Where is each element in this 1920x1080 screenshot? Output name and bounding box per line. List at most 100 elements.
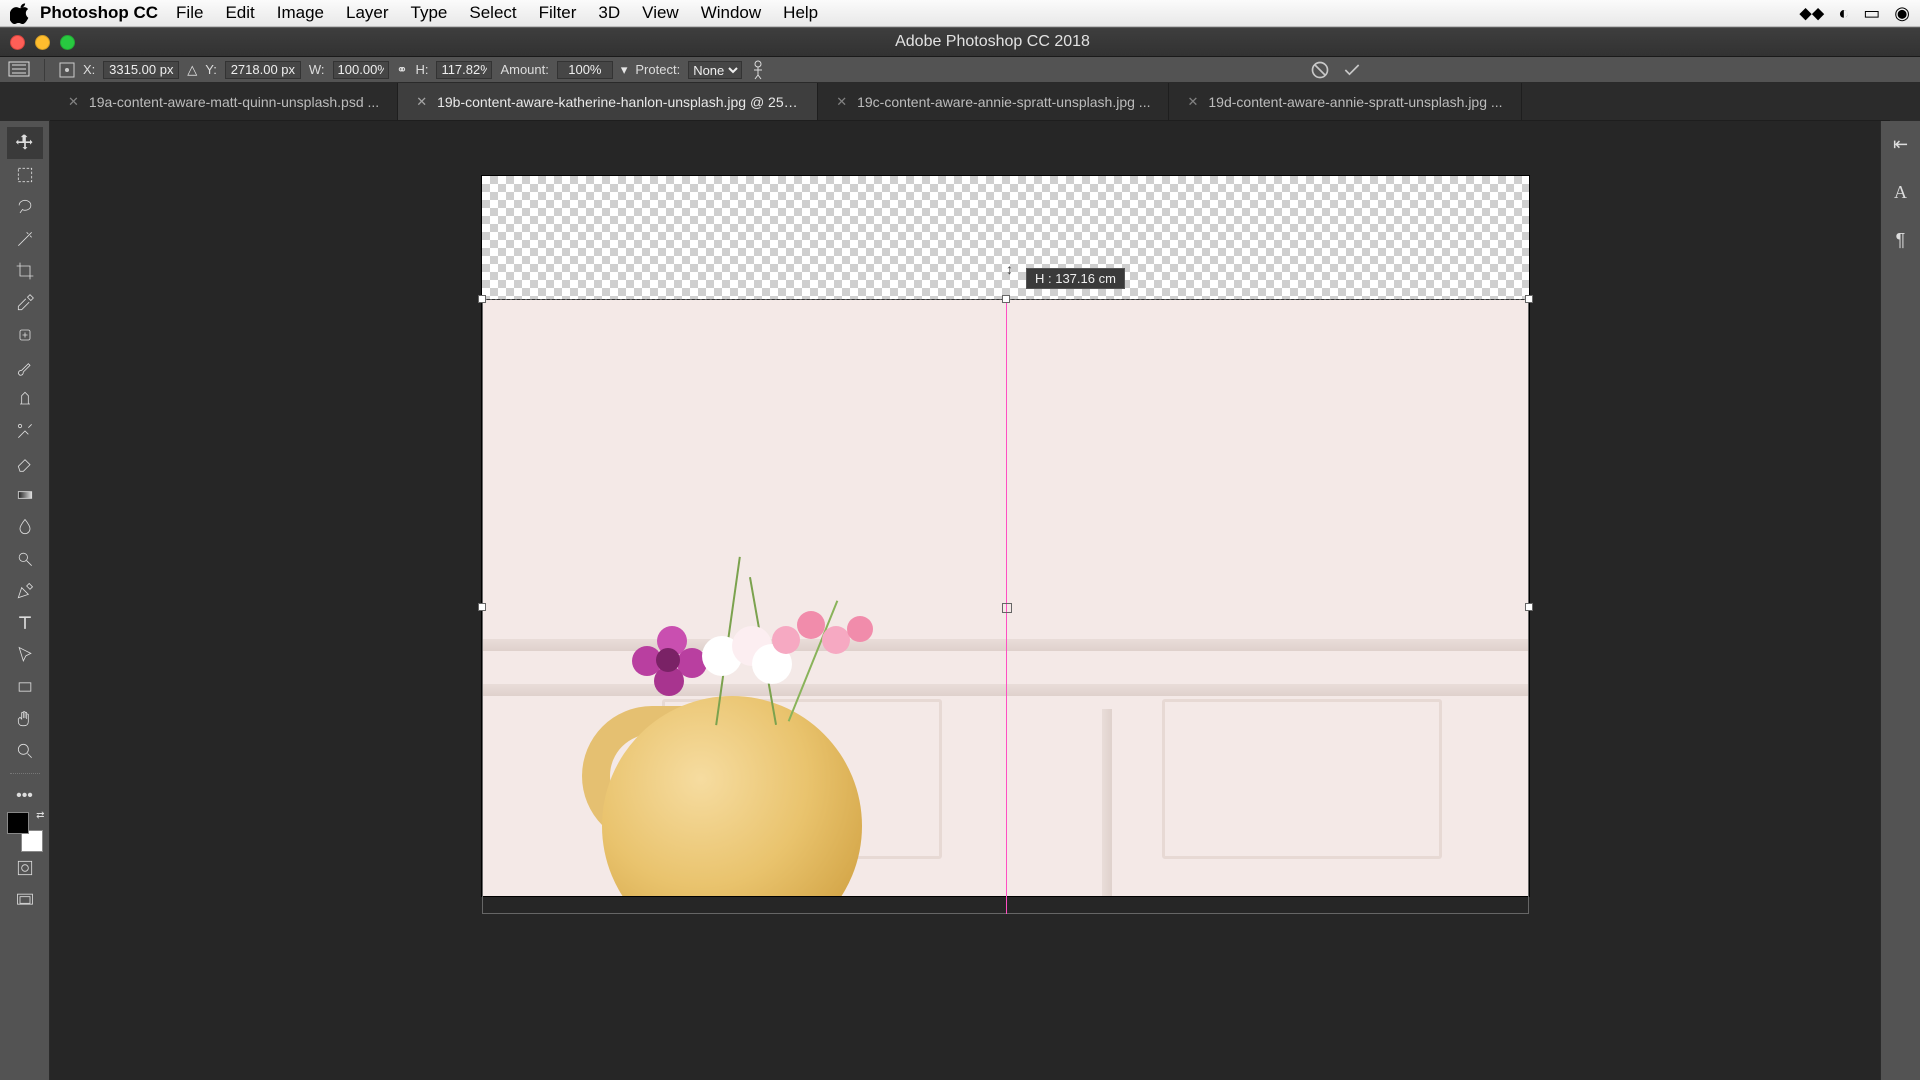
- path-select-tool[interactable]: [7, 639, 43, 671]
- delta-icon[interactable]: △: [187, 62, 197, 78]
- close-tab-icon[interactable]: ✕: [836, 94, 847, 110]
- app-name[interactable]: Photoshop CC: [40, 3, 158, 23]
- y-input[interactable]: [225, 61, 301, 79]
- cancel-transform-button[interactable]: [1308, 58, 1332, 82]
- protect-skin-icon[interactable]: [750, 60, 766, 80]
- close-tab-icon[interactable]: ✕: [416, 94, 427, 110]
- canvas-area[interactable]: ↕ H : 137.16 cm: [50, 121, 1880, 1080]
- creative-cloud-icon[interactable]: ◐: [1838, 3, 1849, 24]
- document-tab[interactable]: ✕ 19b-content-aware-katherine-hanlon-uns…: [398, 83, 818, 120]
- reference-point-icon[interactable]: [59, 62, 75, 78]
- blur-tool[interactable]: [7, 511, 43, 543]
- transform-handle-w[interactable]: [478, 603, 486, 611]
- options-bar: X: △ Y: W: ⚭ H: Amount: ▾ Protect: None: [0, 57, 1920, 83]
- edit-toolbar-button[interactable]: •••: [7, 780, 43, 812]
- siri-icon[interactable]: ◉: [1894, 3, 1910, 24]
- marquee-tool[interactable]: [7, 159, 43, 191]
- brush-tool[interactable]: [7, 351, 43, 383]
- mac-menubar: Photoshop CC File Edit Image Layer Type …: [0, 0, 1920, 27]
- w-input[interactable]: [333, 61, 389, 79]
- menu-3d[interactable]: 3D: [598, 3, 620, 23]
- dropbox-icon[interactable]: ⬥⬥: [1799, 3, 1824, 24]
- pen-tool[interactable]: [7, 575, 43, 607]
- zoom-tool[interactable]: [7, 735, 43, 767]
- menu-window[interactable]: Window: [701, 3, 761, 23]
- swap-colors-icon[interactable]: ⇄: [36, 810, 44, 821]
- display-icon[interactable]: ▭: [1863, 3, 1880, 24]
- healing-brush-tool[interactable]: [7, 319, 43, 351]
- window-zoom-button[interactable]: [60, 35, 75, 50]
- amount-label: Amount:: [500, 62, 548, 77]
- close-tab-icon[interactable]: ✕: [68, 94, 79, 110]
- paragraph-panel-icon[interactable]: ¶: [1886, 225, 1916, 255]
- color-swatches[interactable]: ⇄: [7, 812, 43, 852]
- hand-tool[interactable]: [7, 703, 43, 735]
- amount-dropdown-icon[interactable]: ▾: [621, 62, 628, 78]
- lasso-tool[interactable]: [7, 191, 43, 223]
- document-tabs: ✕ 19a-content-aware-matt-quinn-unsplash.…: [50, 83, 1890, 121]
- close-tab-icon[interactable]: ✕: [1187, 94, 1198, 110]
- history-brush-tool[interactable]: [7, 415, 43, 447]
- menu-select[interactable]: Select: [469, 3, 516, 23]
- transform-handle-n[interactable]: [1002, 295, 1010, 303]
- x-label: X:: [83, 62, 95, 77]
- transform-bounding-box[interactable]: [482, 299, 1529, 914]
- tab-label: 19b-content-aware-katherine-hanlon-unspl…: [437, 94, 799, 110]
- transparent-region: [482, 176, 1529, 299]
- window-traffic-lights: [10, 35, 75, 50]
- tab-label: 19c-content-aware-annie-spratt-unsplash.…: [857, 94, 1150, 110]
- transform-handle-center[interactable]: [1002, 603, 1012, 613]
- tools-panel: ••• ⇄: [0, 121, 50, 1080]
- menu-filter[interactable]: Filter: [539, 3, 577, 23]
- apple-menu-icon[interactable]: [10, 2, 32, 24]
- menu-file[interactable]: File: [176, 3, 203, 23]
- quick-mask-button[interactable]: [7, 852, 43, 884]
- transform-handle-nw[interactable]: [478, 295, 486, 303]
- w-label: W:: [309, 62, 325, 77]
- expand-panels-icon[interactable]: ⇤: [1886, 129, 1916, 159]
- h-label: H:: [415, 62, 428, 77]
- eyedropper-tool[interactable]: [7, 287, 43, 319]
- transform-handle-ne[interactable]: [1525, 295, 1533, 303]
- magic-wand-tool[interactable]: [7, 223, 43, 255]
- tab-label: 19a-content-aware-matt-quinn-unsplash.ps…: [89, 94, 379, 110]
- document-tab[interactable]: ✕ 19a-content-aware-matt-quinn-unsplash.…: [50, 83, 398, 120]
- protect-label: Protect:: [635, 62, 680, 77]
- commit-transform-button[interactable]: [1340, 58, 1364, 82]
- x-input[interactable]: [103, 61, 179, 79]
- crop-tool[interactable]: [7, 255, 43, 287]
- protect-select[interactable]: None: [688, 61, 742, 79]
- window-close-button[interactable]: [10, 35, 25, 50]
- transform-measurement-tooltip: H : 137.16 cm: [1026, 268, 1125, 289]
- workspace: ••• ⇄: [0, 121, 1920, 1080]
- window-titlebar: Adobe Photoshop CC 2018: [0, 27, 1920, 57]
- document-tab[interactable]: ✕ 19c-content-aware-annie-spratt-unsplas…: [818, 83, 1169, 120]
- menu-image[interactable]: Image: [277, 3, 324, 23]
- current-tool-icon[interactable]: [8, 61, 30, 79]
- amount-input[interactable]: [557, 61, 613, 79]
- menu-help[interactable]: Help: [783, 3, 818, 23]
- eraser-tool[interactable]: [7, 447, 43, 479]
- dodge-tool[interactable]: [7, 543, 43, 575]
- document-tab[interactable]: ✕ 19d-content-aware-annie-spratt-unsplas…: [1169, 83, 1521, 120]
- drag-arrows-icon: ↕: [1006, 261, 1013, 277]
- menu-layer[interactable]: Layer: [346, 3, 389, 23]
- character-panel-icon[interactable]: A: [1886, 177, 1916, 207]
- window-title: Adobe Photoshop CC 2018: [895, 33, 1090, 51]
- gradient-tool[interactable]: [7, 479, 43, 511]
- window-minimize-button[interactable]: [35, 35, 50, 50]
- link-wh-icon[interactable]: ⚭: [397, 62, 408, 78]
- clone-stamp-tool[interactable]: [7, 383, 43, 415]
- menu-view[interactable]: View: [642, 3, 679, 23]
- menu-type[interactable]: Type: [411, 3, 448, 23]
- y-label: Y:: [205, 62, 217, 77]
- transform-handle-e[interactable]: [1525, 603, 1533, 611]
- screen-mode-button[interactable]: [7, 884, 43, 916]
- h-input[interactable]: [436, 61, 492, 79]
- menu-edit[interactable]: Edit: [225, 3, 254, 23]
- tab-label: 19d-content-aware-annie-spratt-unsplash.…: [1208, 94, 1502, 110]
- foreground-color-swatch[interactable]: [7, 812, 29, 834]
- type-tool[interactable]: [7, 607, 43, 639]
- move-tool[interactable]: [7, 127, 43, 159]
- rectangle-tool[interactable]: [7, 671, 43, 703]
